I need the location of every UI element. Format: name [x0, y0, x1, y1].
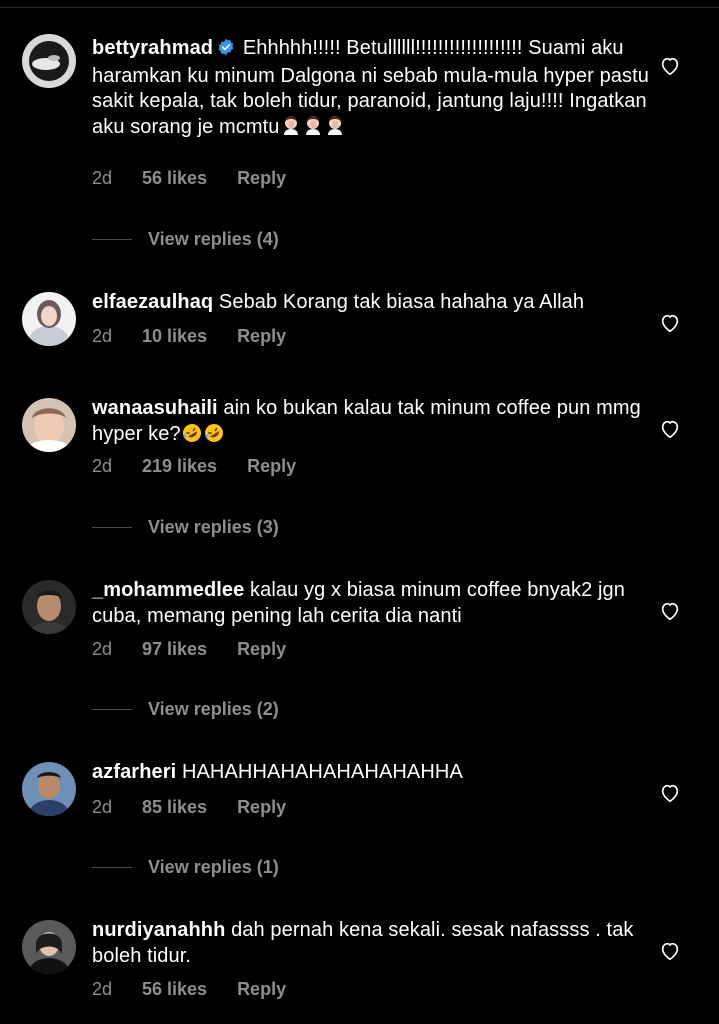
- replies-divider-line: [92, 867, 132, 868]
- comment-meta: 2d 10 likes Reply: [92, 326, 286, 347]
- comment-time: 2d: [92, 168, 113, 188]
- comment-meta: 2d 219 likes Reply: [92, 456, 296, 477]
- comment-time: 2d: [92, 979, 113, 999]
- comment-username[interactable]: elfaezaulhaq: [92, 291, 213, 313]
- comment-body: wanaasuhaili ain ko bukan kalau tak minu…: [92, 396, 652, 451]
- avatar[interactable]: [22, 580, 76, 634]
- comment-time: 2d: [92, 797, 113, 817]
- comment-meta: 2d 56 likes Reply: [92, 168, 286, 189]
- comment-meta: 2d 97 likes Reply: [92, 639, 286, 660]
- avatar[interactable]: [22, 762, 76, 816]
- comment-username[interactable]: bettyrahmad: [92, 37, 213, 59]
- comment-username[interactable]: wanaasuhaili: [92, 397, 218, 419]
- comment-time: 2d: [92, 456, 113, 476]
- comment-text: HAHAHHAHAHAHAHAHAHHA: [181, 761, 463, 783]
- comment-time: 2d: [92, 326, 113, 346]
- view-replies-label: View replies (4): [148, 229, 279, 249]
- facepalm-emoji-icon: [302, 115, 324, 145]
- view-replies-button[interactable]: View replies (3): [92, 517, 279, 538]
- avatar[interactable]: [22, 920, 76, 974]
- comment-body: azfarheri HAHAHHAHAHAHAHAHAHHA: [92, 760, 652, 786]
- reply-button[interactable]: Reply: [237, 639, 286, 660]
- verified-badge-icon: [217, 38, 235, 64]
- comment-username[interactable]: _mohammedlee: [92, 579, 244, 601]
- avatar[interactable]: [22, 398, 76, 452]
- avatar[interactable]: [22, 292, 76, 346]
- likes-count[interactable]: 56 likes: [142, 979, 207, 1000]
- reply-button[interactable]: Reply: [237, 797, 286, 818]
- comment-meta: 2d 85 likes Reply: [92, 797, 286, 818]
- top-divider: [0, 0, 719, 8]
- heart-outline-icon[interactable]: [659, 940, 681, 962]
- likes-count[interactable]: 56 likes: [142, 168, 207, 189]
- facepalm-emoji-icon: [280, 115, 302, 145]
- view-replies-label: View replies (1): [148, 857, 279, 877]
- comment-text: Sebab Korang tak biasa hahaha ya Allah: [218, 291, 585, 313]
- reply-button[interactable]: Reply: [247, 456, 296, 477]
- facepalm-emoji-icon: [324, 115, 346, 145]
- view-replies-button[interactable]: View replies (4): [92, 229, 279, 250]
- likes-count[interactable]: 97 likes: [142, 639, 207, 660]
- avatar[interactable]: [22, 34, 76, 88]
- rofl-emoji-icon: [181, 422, 203, 452]
- likes-count[interactable]: 10 likes: [142, 326, 207, 347]
- likes-count[interactable]: 219 likes: [142, 456, 217, 477]
- comment-username[interactable]: azfarheri: [92, 761, 176, 783]
- comment-body: bettyrahmad Ehhhhh!!!!! Betullllll!!!!!!…: [92, 36, 652, 144]
- reply-button[interactable]: Reply: [237, 326, 286, 347]
- replies-divider-line: [92, 239, 132, 240]
- comment-username[interactable]: nurdiyanahhh: [92, 919, 225, 941]
- comment-meta: 2d 56 likes Reply: [92, 979, 286, 1000]
- reply-button[interactable]: Reply: [237, 168, 286, 189]
- comment-body: elfaezaulhaq Sebab Korang tak biasa haha…: [92, 290, 652, 316]
- heart-outline-icon[interactable]: [659, 55, 681, 77]
- comment-body: nurdiyanahhh dah pernah kena sekali. ses…: [92, 918, 652, 969]
- reply-button[interactable]: Reply: [237, 979, 286, 1000]
- view-replies-button[interactable]: View replies (2): [92, 699, 279, 720]
- replies-divider-line: [92, 709, 132, 710]
- view-replies-label: View replies (3): [148, 517, 279, 537]
- replies-divider-line: [92, 527, 132, 528]
- heart-outline-icon[interactable]: [659, 782, 681, 804]
- comment-time: 2d: [92, 639, 113, 659]
- heart-outline-icon[interactable]: [659, 600, 681, 622]
- view-replies-label: View replies (2): [148, 699, 279, 719]
- heart-outline-icon[interactable]: [659, 418, 681, 440]
- likes-count[interactable]: 85 likes: [142, 797, 207, 818]
- heart-outline-icon[interactable]: [659, 312, 681, 334]
- rofl-emoji-icon: [203, 422, 225, 452]
- view-replies-button[interactable]: View replies (1): [92, 857, 279, 878]
- comment-body: _mohammedlee kalau yg x biasa minum coff…: [92, 578, 652, 629]
